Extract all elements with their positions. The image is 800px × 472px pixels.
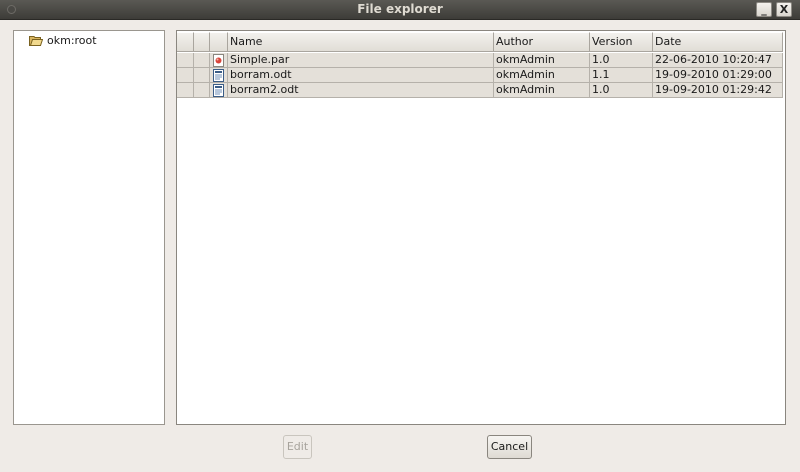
- window-title: File explorer: [357, 2, 443, 16]
- edit-button[interactable]: Edit: [283, 435, 312, 459]
- row-name[interactable]: borram.odt: [228, 68, 494, 83]
- title-bar: File explorer _ X: [0, 0, 800, 20]
- row-lock-cell: [194, 68, 210, 83]
- row-name[interactable]: Simple.par: [228, 53, 494, 68]
- row-version: 1.0: [590, 53, 653, 68]
- column-header-name[interactable]: Name: [228, 32, 494, 52]
- column-header-type[interactable]: [210, 32, 228, 52]
- column-header-version[interactable]: Version: [590, 32, 653, 52]
- odt-document-icon: [213, 69, 225, 82]
- folder-tree[interactable]: okm:root: [13, 30, 165, 425]
- row-lock-cell: [194, 83, 210, 98]
- row-author: okmAdmin: [494, 83, 590, 98]
- file-table[interactable]: Name Author Version Date Simple.par okmA…: [176, 30, 786, 425]
- column-header-author[interactable]: Author: [494, 32, 590, 52]
- table-header: Name Author Version Date: [177, 32, 783, 52]
- column-header-check[interactable]: [177, 32, 194, 52]
- table-row[interactable]: borram.odt okmAdmin 1.1 19-09-2010 01:29…: [177, 68, 783, 83]
- par-file-icon: [213, 54, 225, 67]
- cancel-button[interactable]: Cancel: [487, 435, 532, 459]
- odt-document-icon: [213, 84, 225, 97]
- row-author: okmAdmin: [494, 53, 590, 68]
- row-version: 1.0: [590, 83, 653, 98]
- tree-item-label: okm:root: [47, 33, 97, 47]
- table-row[interactable]: borram2.odt okmAdmin 1.0 19-09-2010 01:2…: [177, 83, 783, 98]
- tree-item-root[interactable]: okm:root: [29, 33, 97, 47]
- row-date: 22-06-2010 10:20:47: [653, 53, 783, 68]
- row-check-cell[interactable]: [177, 53, 194, 68]
- minimize-button[interactable]: _: [756, 2, 772, 17]
- row-lock-cell: [194, 53, 210, 68]
- row-check-cell[interactable]: [177, 68, 194, 83]
- row-check-cell[interactable]: [177, 83, 194, 98]
- table-row[interactable]: Simple.par okmAdmin 1.0 22-06-2010 10:20…: [177, 53, 783, 68]
- row-name[interactable]: borram2.odt: [228, 83, 494, 98]
- row-type-cell: [210, 53, 228, 68]
- row-type-cell: [210, 83, 228, 98]
- row-author: okmAdmin: [494, 68, 590, 83]
- close-button[interactable]: X: [776, 2, 792, 17]
- row-date: 19-09-2010 01:29:00: [653, 68, 783, 83]
- row-version: 1.1: [590, 68, 653, 83]
- column-header-date[interactable]: Date: [653, 32, 783, 52]
- column-header-lock[interactable]: [194, 32, 210, 52]
- row-date: 19-09-2010 01:29:42: [653, 83, 783, 98]
- row-type-cell: [210, 68, 228, 83]
- folder-open-icon: [29, 35, 44, 46]
